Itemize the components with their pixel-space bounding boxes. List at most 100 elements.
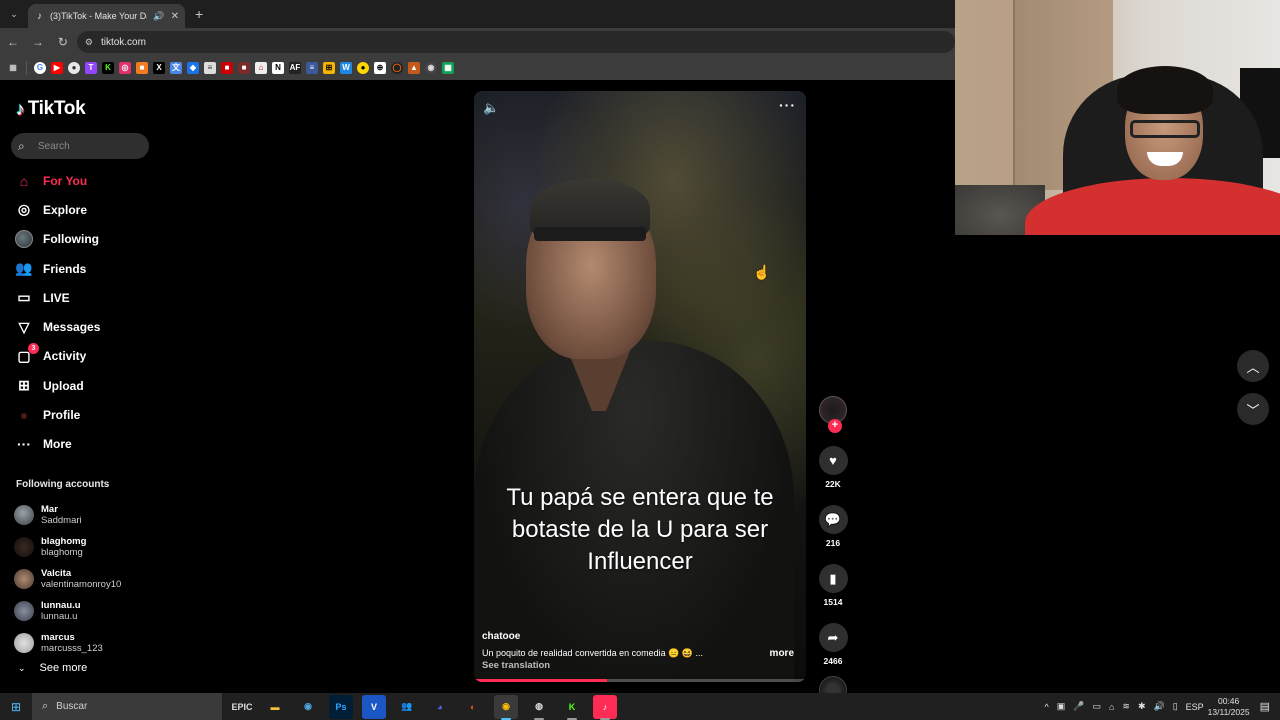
share-icon[interactable]: ➦ <box>818 623 848 652</box>
video-progress-bar[interactable] <box>474 679 806 682</box>
tray-app-icon[interactable]: ▣ <box>1057 701 1066 712</box>
sheets-icon[interactable]: ▦ <box>442 62 454 74</box>
sidebar-item-live[interactable]: ▭ LIVE <box>14 283 164 312</box>
bookmark-icon[interactable]: ⌂ <box>255 62 267 74</box>
photoshop-icon[interactable]: Ps <box>329 694 353 719</box>
following-account-item[interactable]: blaghomg blaghomg <box>14 531 164 563</box>
windows-start-icon[interactable]: ⊞ <box>0 693 32 720</box>
sidebar-item-upload[interactable]: ⊞ Upload <box>14 371 164 400</box>
share-action[interactable]: ➦ 2466 <box>818 623 848 666</box>
bookmark-icon[interactable]: ■ <box>238 62 250 74</box>
bookmark-icon[interactable]: ◯ <box>391 62 403 74</box>
bookmark-icon[interactable]: ■ <box>136 62 148 74</box>
notifications-icon[interactable]: ▤ <box>1260 700 1270 713</box>
sidebar-item-for-you[interactable]: ⌂ For You <box>14 166 164 195</box>
sidebar-item-activity[interactable]: ▢ 3 Activity <box>14 342 164 371</box>
notion-icon[interactable]: N <box>272 62 284 74</box>
sidebar-item-profile[interactable]: ● Profile <box>14 400 164 429</box>
instagram-icon[interactable]: ◎ <box>119 62 131 74</box>
site-info-icon[interactable]: ⚙ <box>85 37 93 48</box>
previous-video-button[interactable]: ︿ <box>1237 350 1269 382</box>
kick-icon[interactable]: K <box>560 695 584 720</box>
next-video-button[interactable]: ﹀ <box>1237 393 1269 425</box>
forward-button[interactable]: → <box>26 30 50 54</box>
input-language[interactable]: ESP <box>1186 702 1204 712</box>
sidebar-item-friends[interactable]: 👥 Friends <box>14 254 164 283</box>
x-icon[interactable]: X <box>153 62 165 74</box>
bookmark-icon[interactable]: ≡ <box>204 62 216 74</box>
browser-tab-tiktok[interactable]: ♪ (3)TikTok - Make Your Day 🔊 ✕ <box>28 4 185 28</box>
description-more-button[interactable]: more <box>770 648 794 659</box>
bookmark-icon[interactable]: ● <box>357 62 369 74</box>
translate-icon[interactable]: 文 <box>170 62 182 74</box>
back-button[interactable]: ← <box>1 30 25 54</box>
tab-search-button[interactable]: ⌄ <box>3 3 25 25</box>
search-input[interactable]: ⌕ Search <box>11 133 149 159</box>
battery-icon[interactable]: ▯ <box>1173 701 1178 712</box>
chrome-icon[interactable]: ◉ <box>494 694 518 720</box>
speaker-icon[interactable]: 🔊 <box>1153 701 1164 712</box>
bookmark-icon[interactable]: ◉ <box>425 62 437 74</box>
clock[interactable]: 00:46 13/11/2025 <box>1208 696 1250 718</box>
vegas-icon[interactable]: V <box>362 694 386 719</box>
sidebar-item-explore[interactable]: ◎ Explore <box>14 195 164 224</box>
bookmark-icon[interactable]: ▲ <box>408 62 420 74</box>
address-bar[interactable]: ⚙ tiktok.com <box>76 31 956 53</box>
discord-icon[interactable]: ◕ <box>428 695 452 719</box>
youtube-icon[interactable]: ▶ <box>51 62 63 74</box>
sidebar-item-following[interactable]: Following <box>14 225 164 254</box>
bookmark-icon[interactable]: ■ <box>221 62 233 74</box>
obs-icon[interactable]: ◍ <box>527 695 551 720</box>
bookmark-icon[interactable]: AF <box>289 62 301 74</box>
tiktok-app-icon[interactable]: ♪ <box>593 694 617 720</box>
new-tab-button[interactable]: + <box>195 6 203 22</box>
see-translation-link[interactable]: See translation <box>482 660 550 671</box>
video-player[interactable]: 🔈 ··· Tu papá se entera que te botaste d… <box>474 91 806 682</box>
steam-icon[interactable]: ◉ <box>296 695 320 719</box>
google-icon[interactable]: G <box>34 62 46 74</box>
chevron-up-icon[interactable]: ^ <box>1044 702 1048 712</box>
taskbar-search[interactable]: ⌕ Buscar <box>32 693 222 720</box>
follow-plus-icon[interactable]: + <box>828 419 842 433</box>
twitch-icon[interactable]: T <box>85 62 97 74</box>
fl-studio-icon[interactable]: ◐ <box>461 695 485 719</box>
video-author[interactable]: chatooe <box>482 631 520 642</box>
like-action[interactable]: ♥ 22K <box>818 446 848 489</box>
bookmark-icon[interactable]: ≡ <box>306 62 318 74</box>
following-account-item[interactable]: lunnau.u lunnau.u <box>14 595 164 627</box>
bookmark-icon[interactable]: ● <box>68 62 80 74</box>
bluetooth-icon[interactable]: ✱ <box>1138 701 1146 712</box>
sidebar-item-messages[interactable]: ▽ Messages <box>14 312 164 341</box>
wifi-icon[interactable]: ≋ <box>1122 701 1130 712</box>
bookmark-icon[interactable]: ⊕ <box>374 62 386 74</box>
save-action[interactable]: ▮ 1514 <box>818 564 848 607</box>
see-more-button[interactable]: ⌄ See more <box>18 662 87 674</box>
bookmark-icon[interactable]: ▮ <box>818 564 848 593</box>
tiktok-logo[interactable]: ♪ TikTok <box>16 98 86 120</box>
sidebar-item-more[interactable]: ··· More <box>14 430 164 459</box>
video-options-icon[interactable]: ··· <box>779 97 796 113</box>
volume-icon[interactable]: 🔈 <box>483 100 499 116</box>
apps-grid-icon[interactable]: ▦ <box>7 62 19 74</box>
avatar <box>14 537 34 557</box>
following-account-item[interactable]: Valcita valentinamonroy10 <box>14 563 164 595</box>
following-account-item[interactable]: marcus marcusss_123 <box>14 627 164 659</box>
comment-icon[interactable]: 💬 <box>818 505 848 534</box>
following-account-item[interactable]: Mar Saddmari <box>14 499 164 531</box>
close-tab-icon[interactable]: ✕ <box>171 11 179 22</box>
bookmark-icon[interactable]: ◆ <box>187 62 199 74</box>
microphone-icon[interactable]: 🎤 <box>1073 701 1084 712</box>
heart-icon[interactable]: ♥ <box>818 446 848 475</box>
teams-icon[interactable]: 👥 <box>395 695 419 719</box>
kick-icon[interactable]: K <box>102 62 114 74</box>
bookmark-icon[interactable]: W <box>340 62 352 74</box>
network-icon[interactable]: ⌂ <box>1109 702 1114 712</box>
comment-action[interactable]: 💬 216 <box>818 505 848 548</box>
tray-app-icon[interactable]: ▭ <box>1092 701 1101 712</box>
reload-button[interactable]: ↻ <box>51 30 75 54</box>
audio-playing-icon[interactable]: 🔊 <box>153 11 164 22</box>
creator-avatar[interactable]: + <box>819 396 847 433</box>
bookmark-icon[interactable]: ⊞ <box>323 62 335 74</box>
epic-games-icon[interactable]: EPIC <box>230 695 254 719</box>
file-explorer-icon[interactable]: ▬ <box>263 695 287 719</box>
